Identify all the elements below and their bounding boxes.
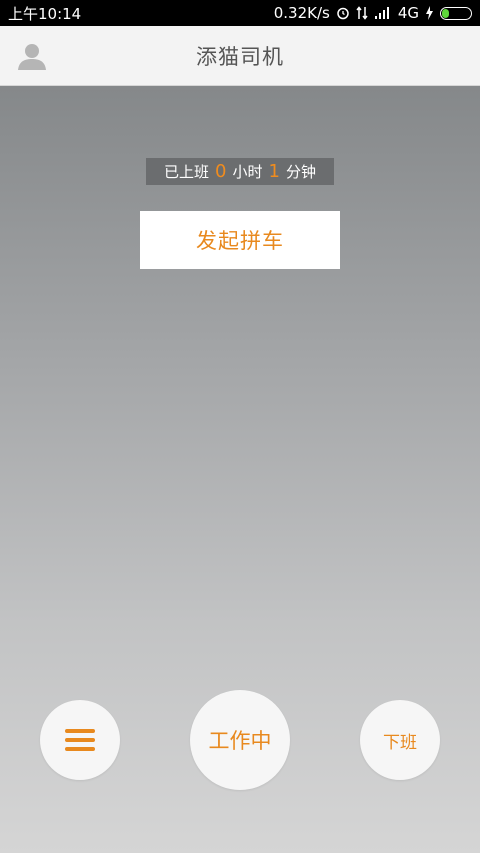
network-speed: 0.32K/s bbox=[273, 4, 330, 22]
network-type: 4G bbox=[397, 4, 419, 22]
user-avatar-icon[interactable] bbox=[16, 40, 48, 72]
status-bar: 上午10:14 0.32K/s 4G bbox=[0, 0, 480, 26]
page-title: 添猫司机 bbox=[196, 44, 284, 69]
off-work-button[interactable]: 下班 bbox=[360, 700, 440, 780]
map-area: 已上班 0 小时 1 分钟 发起拼车 工作中 下班 bbox=[0, 86, 480, 853]
duration-minutes: 1 bbox=[268, 161, 280, 182]
duration-prefix: 已上班 bbox=[164, 163, 210, 181]
start-carpool-button[interactable]: 发起拼车 bbox=[140, 211, 340, 269]
signal-icon bbox=[374, 6, 392, 20]
charging-icon bbox=[425, 6, 434, 20]
duration-minutes-unit: 分钟 bbox=[285, 163, 316, 181]
app-screen: 上午10:14 0.32K/s 4G 添猫司机 已上班 0 小时 1 分钟 发起… bbox=[0, 0, 480, 853]
work-duration-badge: 已上班 0 小时 1 分钟 bbox=[146, 158, 334, 185]
status-time: 上午10:14 bbox=[8, 4, 82, 23]
battery-icon bbox=[440, 6, 472, 20]
duration-hours: 0 bbox=[215, 161, 227, 182]
alarm-icon bbox=[336, 6, 350, 20]
working-status-button[interactable]: 工作中 bbox=[190, 690, 290, 790]
app-header: 添猫司机 bbox=[0, 26, 480, 86]
hamburger-menu-icon bbox=[65, 729, 95, 751]
duration-hours-unit: 小时 bbox=[232, 163, 263, 181]
menu-button[interactable] bbox=[40, 700, 120, 780]
data-transfer-icon bbox=[356, 6, 368, 20]
